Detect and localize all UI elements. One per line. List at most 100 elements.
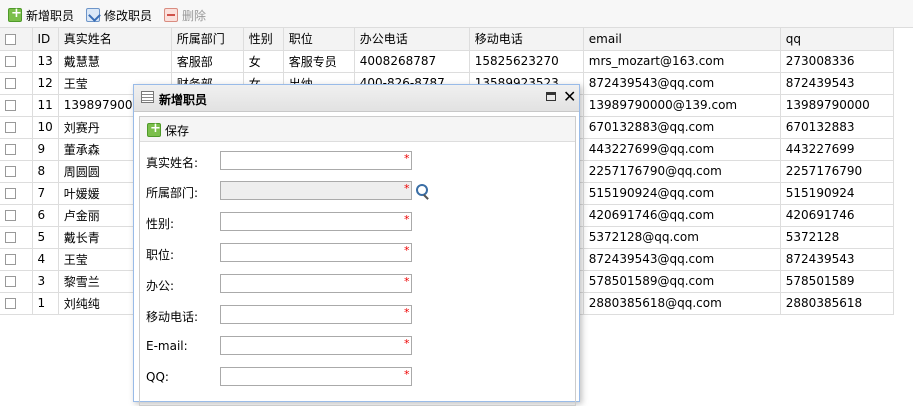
row-checkbox[interactable] — [0, 116, 33, 139]
save-button[interactable]: 保存 — [147, 121, 189, 139]
cell-qq: 443227699 — [780, 138, 894, 161]
mobile-field[interactable] — [220, 305, 412, 324]
column-header-position[interactable]: 职位 — [283, 28, 355, 51]
edit-employee-button[interactable]: 修改职员 — [86, 6, 152, 24]
add-employee-button[interactable]: 新增职员 — [8, 6, 74, 24]
cell-id: 9 — [32, 138, 59, 161]
cell-id: 12 — [32, 72, 59, 95]
edit-employee-label: 修改职员 — [104, 8, 153, 23]
select-all-checkbox[interactable] — [0, 28, 33, 51]
cell-id: 13 — [32, 50, 59, 73]
column-header-email[interactable]: email — [583, 28, 781, 51]
row-checkbox[interactable] — [0, 50, 33, 73]
cell-qq: 2257176790 — [780, 160, 894, 183]
cell-id: 1 — [32, 292, 59, 315]
cell-email: 872439543@qq.com — [583, 248, 781, 271]
maximize-icon[interactable] — [546, 92, 556, 101]
delete-button[interactable]: 删除 — [164, 6, 206, 24]
required-marker: * — [404, 368, 410, 381]
row-checkbox[interactable] — [0, 270, 33, 293]
email-label: E-mail: — [146, 339, 188, 353]
cell-qq: 578501589 — [780, 270, 894, 293]
required-marker: * — [404, 275, 410, 288]
add-icon — [8, 6, 22, 22]
gender-label: 性别: — [146, 217, 175, 231]
row-checkbox[interactable] — [0, 292, 33, 315]
row-checkbox[interactable] — [0, 248, 33, 271]
cell-name: 戴慧慧 — [58, 50, 172, 73]
cell-email: 2257176790@qq.com — [583, 160, 781, 183]
qq-field[interactable] — [220, 367, 412, 386]
cell-id: 10 — [32, 116, 59, 139]
qq-label: QQ: — [146, 370, 169, 384]
table-row[interactable]: 13 戴慧慧 客服部女客服专员 4008268787 15825623270 mrs_mo… — [0, 50, 894, 73]
cell-id: 5 — [32, 226, 59, 249]
cell-qq: 670132883 — [780, 116, 894, 139]
row-checkbox[interactable] — [0, 182, 33, 205]
cell-gender: 女 — [243, 50, 284, 73]
cell-qq: 5372128 — [780, 226, 894, 249]
cell-position: 客服专员 — [283, 50, 355, 73]
office-label: 办公: — [146, 279, 175, 293]
dialog-toolbar: 保存 — [140, 117, 575, 142]
cell-id: 3 — [32, 270, 59, 293]
column-header-gender[interactable]: 性别 — [243, 28, 284, 51]
main-toolbar: 新增职员 修改职员 删除 — [0, 0, 913, 28]
column-header-mobile[interactable]: 移动电话 — [469, 28, 584, 51]
cell-email: 5372128@qq.com — [583, 226, 781, 249]
column-header-department[interactable]: 所属部门 — [171, 28, 244, 51]
column-header-office-phone[interactable]: 办公电话 — [354, 28, 470, 51]
column-header-qq[interactable]: qq — [780, 28, 894, 51]
cell-email: 13989790000@139.com — [583, 94, 781, 117]
row-checkbox[interactable] — [0, 72, 33, 95]
mobile-label: 移动电话: — [146, 310, 199, 324]
gender-field[interactable] — [220, 212, 412, 231]
delete-label: 删除 — [182, 8, 207, 23]
cell-qq: 872439543 — [780, 72, 894, 95]
required-marker: * — [404, 182, 410, 195]
row-checkbox[interactable] — [0, 94, 33, 117]
cell-email: 578501589@qq.com — [583, 270, 781, 293]
required-marker: * — [404, 306, 410, 319]
real-name-label: 真实姓名: — [146, 156, 199, 170]
required-marker: * — [404, 152, 410, 165]
cell-office-phone: 4008268787 — [354, 50, 470, 73]
add-employee-dialog: 新增职员 ✕ 保存 真实姓名: * 所属部门: * 性别: * 职位: * 办公: * 移动电话: *… — [133, 84, 580, 406]
cell-email: 420691746@qq.com — [583, 204, 781, 227]
dialog-title-bar[interactable]: 新增职员 ✕ — [134, 85, 579, 112]
cell-email: 872439543@qq.com — [583, 72, 781, 95]
real-name-field[interactable] — [220, 151, 412, 170]
cell-qq: 872439543 — [780, 248, 894, 271]
search-icon[interactable] — [416, 184, 428, 196]
cell-qq: 515190924 — [780, 182, 894, 205]
column-header-id[interactable]: ID — [32, 28, 59, 51]
row-checkbox[interactable] — [0, 160, 33, 183]
row-checkbox[interactable] — [0, 138, 33, 161]
cell-department: 客服部 — [171, 50, 244, 73]
cell-email: 443227699@qq.com — [583, 138, 781, 161]
row-checkbox[interactable] — [0, 204, 33, 227]
row-checkbox[interactable] — [0, 226, 33, 249]
close-icon[interactable]: ✕ — [563, 87, 576, 107]
position-label: 职位: — [146, 248, 175, 262]
column-header-name[interactable]: 真实姓名 — [58, 28, 172, 51]
department-field[interactable] — [220, 181, 412, 200]
edit-icon — [86, 8, 100, 22]
add-employee-label: 新增职员 — [26, 8, 75, 23]
dialog-body: 保存 真实姓名: * 所属部门: * 性别: * 职位: * 办公: * 移动电话: * E-mail:… — [139, 116, 576, 406]
delete-icon — [164, 8, 178, 22]
cell-email: 670132883@qq.com — [583, 116, 781, 139]
window-icon — [141, 91, 154, 103]
cell-mobile: 15825623270 — [469, 50, 584, 73]
position-field[interactable] — [220, 243, 412, 262]
cell-id: 4 — [32, 248, 59, 271]
cell-email: 2880385618@qq.com — [583, 292, 781, 315]
cell-qq: 2880385618 — [780, 292, 894, 315]
save-label: 保存 — [165, 123, 190, 138]
cell-qq: 420691746 — [780, 204, 894, 227]
dialog-title: 新增职员 — [159, 93, 208, 107]
email-field[interactable] — [220, 336, 412, 355]
cell-id: 8 — [32, 160, 59, 183]
required-marker: * — [404, 213, 410, 226]
office-field[interactable] — [220, 274, 412, 293]
